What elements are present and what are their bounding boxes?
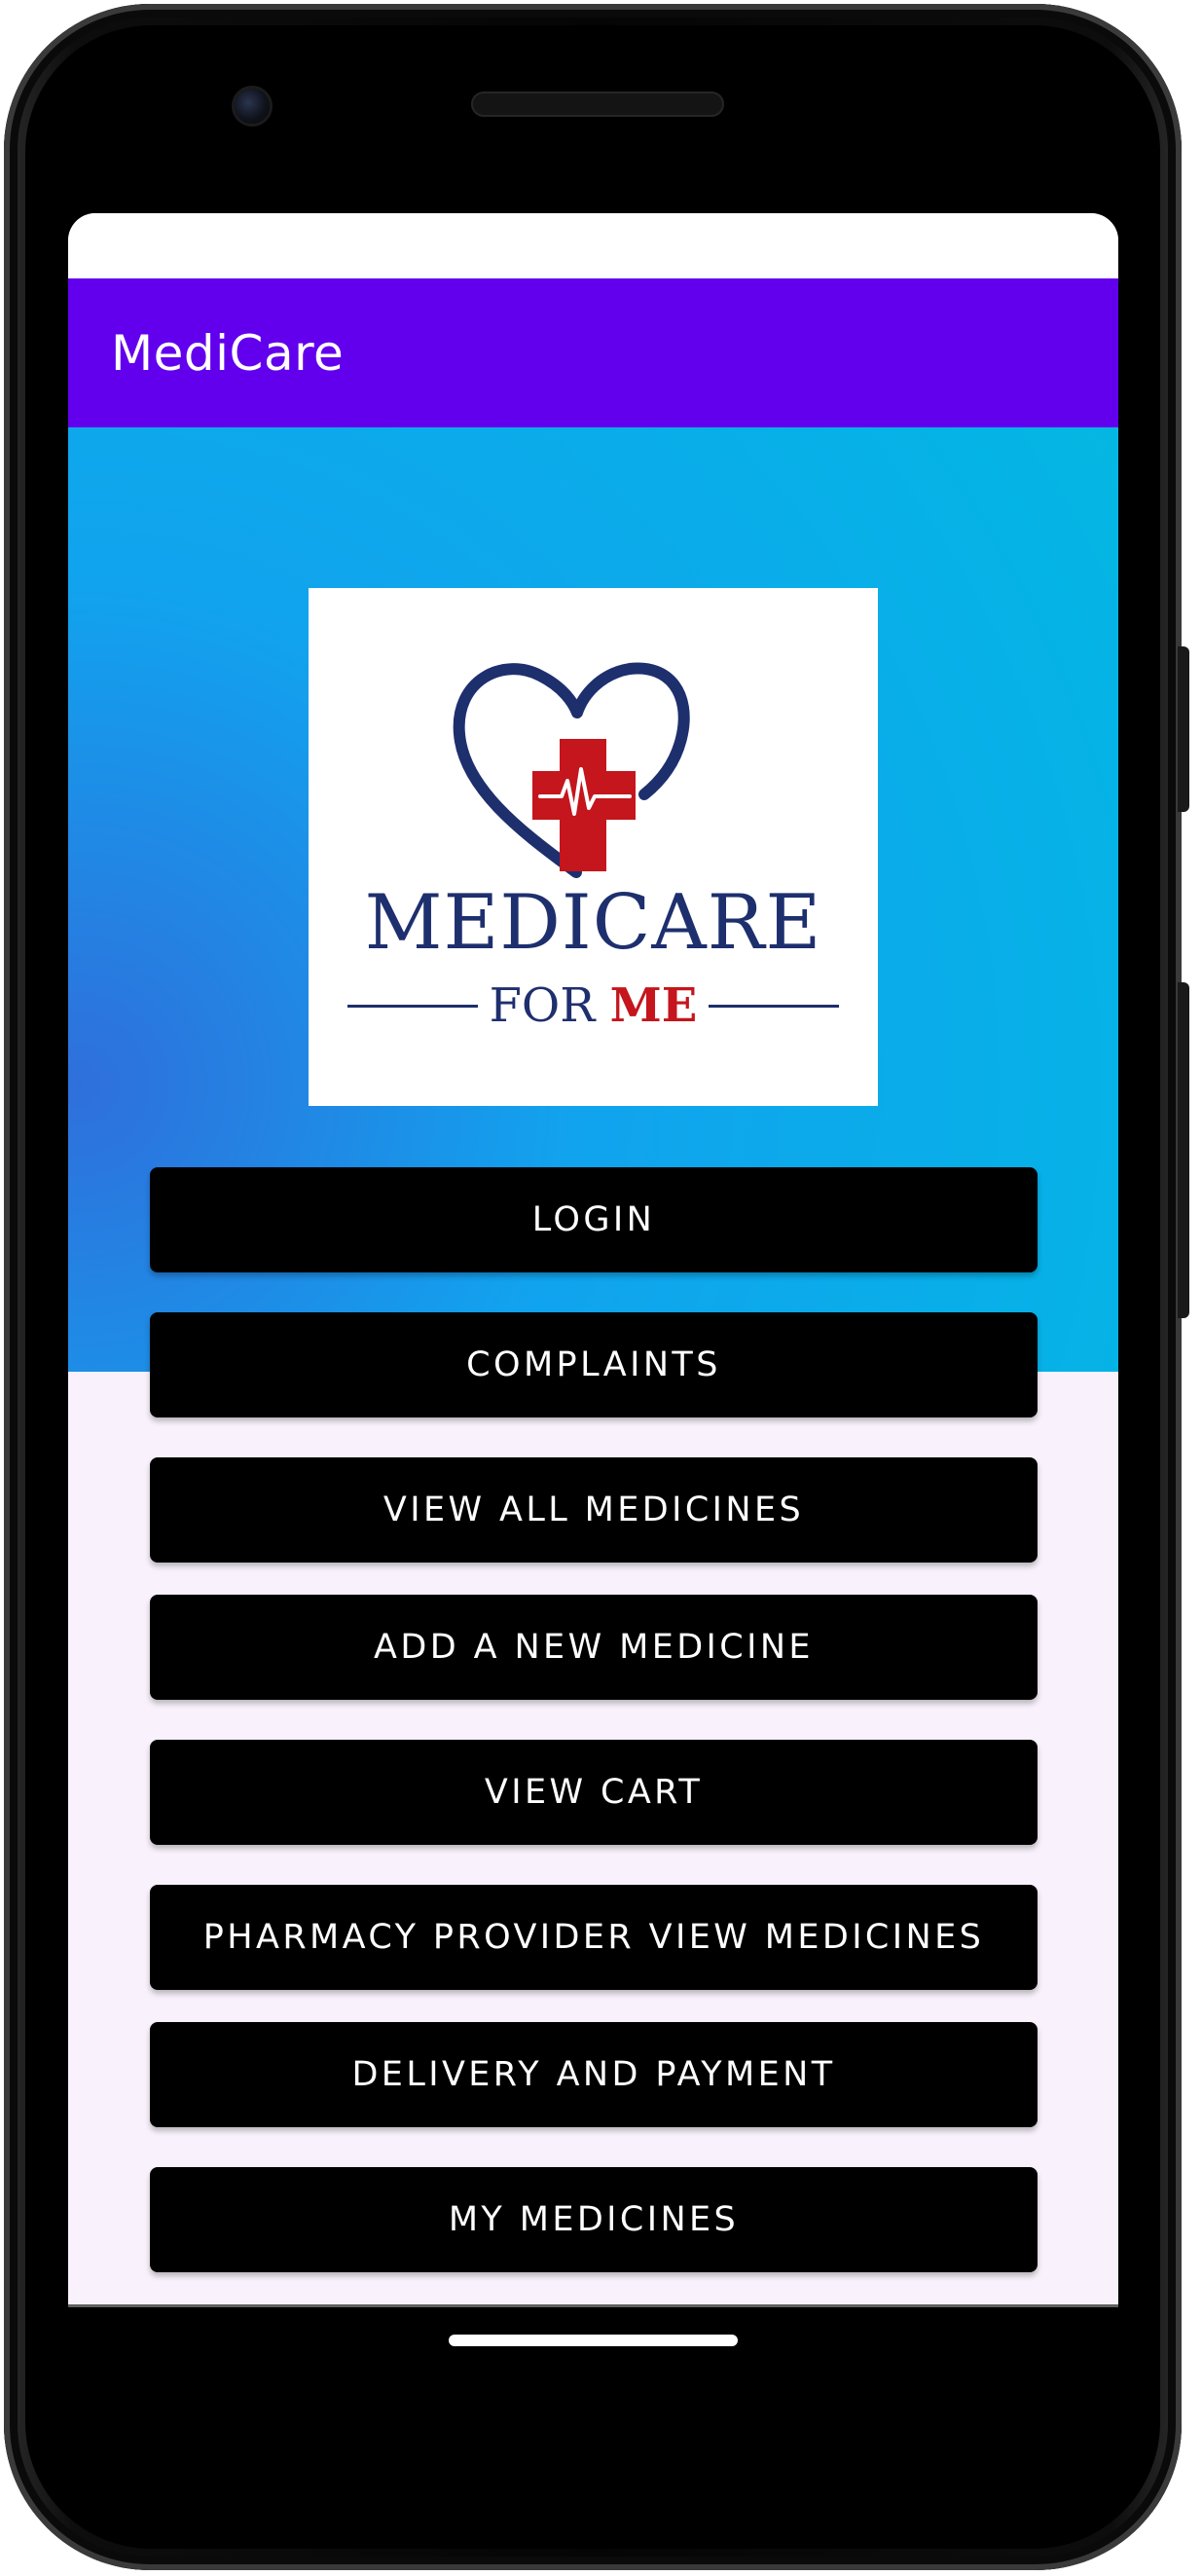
app-screen: MediCare MEDICARE FOR ME LOGIN COMPLAINT… bbox=[68, 213, 1118, 2304]
power-button bbox=[1178, 646, 1189, 812]
volume-button bbox=[1178, 982, 1189, 1318]
add-new-medicine-button[interactable]: ADD A NEW MEDICINE bbox=[150, 1595, 1038, 1700]
medicare-logo: MEDICARE FOR ME bbox=[309, 588, 878, 1106]
home-indicator[interactable] bbox=[449, 2335, 738, 2346]
earpiece-speaker bbox=[471, 92, 724, 117]
view-all-medicines-button[interactable]: VIEW ALL MEDICINES bbox=[150, 1457, 1038, 1563]
heart-cross-icon bbox=[453, 662, 690, 878]
logo-sub-for: FOR bbox=[489, 978, 596, 1033]
my-medicines-button[interactable]: MY MEDICINES bbox=[150, 2167, 1038, 2272]
app-title: MediCare bbox=[111, 324, 345, 382]
delivery-and-payment-button[interactable]: DELIVERY AND PAYMENT bbox=[150, 2022, 1038, 2127]
front-camera-icon bbox=[232, 86, 273, 127]
pharmacy-provider-view-medicines-button[interactable]: PHARMACY PROVIDER VIEW MEDICINES bbox=[150, 1885, 1038, 1990]
login-button[interactable]: LOGIN bbox=[150, 1167, 1038, 1272]
logo-subline: FOR ME bbox=[347, 982, 839, 1029]
logo-wordmark: MEDICARE bbox=[364, 879, 822, 967]
complaints-button[interactable]: COMPLAINTS bbox=[150, 1312, 1038, 1417]
app-bar: MediCare bbox=[68, 278, 1118, 427]
logo-rule-left bbox=[347, 1004, 478, 1008]
status-bar bbox=[68, 213, 1118, 278]
logo-sub-text: FOR ME bbox=[478, 982, 710, 1029]
view-cart-button[interactable]: VIEW CART bbox=[150, 1740, 1038, 1845]
logo-sub-me: ME bbox=[609, 978, 698, 1033]
logo-rule-right bbox=[709, 1004, 839, 1008]
navigation-bar-divider bbox=[68, 2304, 1118, 2307]
